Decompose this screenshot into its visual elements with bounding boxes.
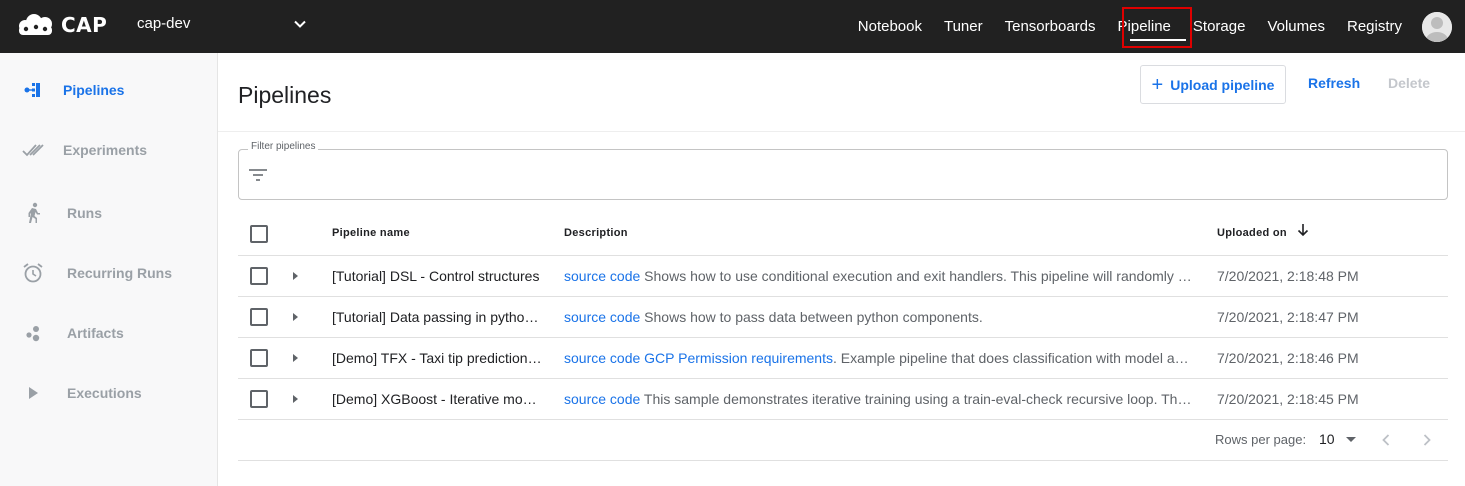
pipeline-description: source code GCP Permission requirements.… — [564, 350, 1194, 366]
pipeline-name[interactable]: [Tutorial] Data passing in python compon… — [332, 309, 544, 325]
nav-notebook[interactable]: Notebook — [847, 0, 933, 53]
row-checkbox[interactable] — [250, 267, 268, 285]
play-icon — [22, 382, 44, 404]
user-avatar-icon — [1422, 12, 1452, 42]
row-checkbox[interactable] — [250, 390, 268, 408]
source-code-link[interactable]: source code — [564, 350, 640, 366]
nav-storage[interactable]: Storage — [1182, 0, 1257, 53]
refresh-button[interactable]: Refresh — [1308, 75, 1360, 91]
dropdown-caret-icon[interactable] — [1346, 437, 1356, 442]
plus-icon: + — [1151, 73, 1164, 96]
sidebar-item-artifacts[interactable]: Artifacts — [0, 313, 217, 353]
nav-tensorboards[interactable]: Tensorboards — [994, 0, 1107, 53]
filter-input[interactable] — [238, 149, 1448, 200]
chevron-down-icon[interactable] — [292, 16, 308, 32]
row-divider — [238, 378, 1448, 379]
uploaded-on: 7/20/2021, 2:18:45 PM — [1217, 391, 1359, 407]
sidebar-item-label: Pipelines — [63, 82, 125, 98]
sidebar-item-experiments[interactable]: Experiments — [0, 130, 217, 170]
experiments-icon — [22, 139, 44, 161]
app-name: CAP — [61, 13, 108, 37]
source-code-link[interactable]: source code — [564, 268, 640, 284]
sidebar-item-pipelines[interactable]: Pipelines — [0, 70, 217, 110]
filter-icon — [249, 169, 267, 181]
description-text: This sample demonstrates iterative train… — [643, 391, 1194, 407]
description-text: . Example pipeline that does classificat… — [832, 350, 1194, 366]
pager-divider — [238, 460, 1448, 461]
delete-button[interactable]: Delete — [1388, 75, 1430, 91]
pipeline-name[interactable]: [Demo] TFX - Taxi tip prediction model t… — [332, 350, 544, 366]
row-checkbox[interactable] — [250, 349, 268, 367]
namespace-selector-label[interactable]: cap-dev — [137, 15, 190, 32]
row-divider — [238, 337, 1448, 338]
column-header-description[interactable]: Description — [564, 227, 628, 239]
sidebar-item-label: Recurring Runs — [67, 265, 173, 281]
row-checkbox[interactable] — [250, 308, 268, 326]
rows-per-page-label: Rows per page: — [1215, 432, 1307, 447]
uploaded-on: 7/20/2021, 2:18:48 PM — [1217, 268, 1359, 284]
sidebar: Pipelines Experiments Runs Recurring Run… — [0, 53, 218, 486]
row-divider — [238, 255, 1448, 256]
column-header-uploaded[interactable]: Uploaded on — [1217, 227, 1287, 239]
description-text: Shows how to pass data between python co… — [640, 309, 983, 325]
uploaded-on: 7/20/2021, 2:18:47 PM — [1217, 309, 1359, 325]
pipeline-name[interactable]: [Demo] XGBoost - Iterative model trainin… — [332, 391, 544, 407]
nav-volumes[interactable]: Volumes — [1256, 0, 1336, 53]
filter-label: Filter pipelines — [248, 141, 319, 152]
nav-registry[interactable]: Registry — [1336, 0, 1413, 53]
sidebar-item-label: Executions — [67, 385, 142, 401]
description-text: Shows how to use conditional execution a… — [644, 268, 1194, 284]
runs-icon — [22, 202, 44, 224]
gcp-permission-link[interactable]: GCP Permission requirements — [640, 350, 833, 366]
pipeline-name[interactable]: [Tutorial] DSL - Control structures — [332, 268, 544, 284]
expand-row-icon[interactable] — [293, 272, 298, 280]
nav-tuner[interactable]: Tuner — [933, 0, 994, 53]
sidebar-item-label: Runs — [67, 205, 102, 221]
source-code-link[interactable]: source code — [564, 391, 640, 407]
chevron-left-icon[interactable] — [1378, 432, 1394, 448]
alarm-clock-icon — [22, 262, 44, 284]
sidebar-item-recurring-runs[interactable]: Recurring Runs — [0, 253, 217, 293]
expand-row-icon[interactable] — [293, 354, 298, 362]
active-nav-underline — [1130, 39, 1186, 41]
row-divider — [238, 419, 1448, 420]
upload-pipeline-button[interactable]: + Upload pipeline — [1140, 65, 1286, 104]
expand-row-icon[interactable] — [293, 395, 298, 403]
upload-pipeline-label: Upload pipeline — [1170, 76, 1275, 93]
active-nav-highlight — [1122, 7, 1192, 48]
top-bar: CAP cap-dev Notebook Tuner Tensorboards … — [0, 0, 1465, 53]
page-title: Pipelines — [238, 82, 332, 108]
artifacts-icon — [22, 322, 44, 344]
logo[interactable]: CAP — [17, 13, 107, 37]
avatar[interactable] — [1422, 12, 1452, 42]
sidebar-item-runs[interactable]: Runs — [0, 193, 217, 233]
header-divider — [218, 131, 1465, 132]
expand-row-icon[interactable] — [293, 313, 298, 321]
sidebar-item-label: Artifacts — [67, 325, 124, 341]
row-divider — [238, 296, 1448, 297]
pipeline-description: source code This sample demonstrates ite… — [564, 391, 1194, 407]
chevron-right-icon[interactable] — [1419, 432, 1435, 448]
uploaded-on: 7/20/2021, 2:18:46 PM — [1217, 350, 1359, 366]
column-header-name[interactable]: Pipeline name — [332, 227, 410, 239]
sidebar-item-executions[interactable]: Executions — [0, 373, 217, 413]
rows-per-page-select[interactable]: 10 — [1319, 431, 1335, 447]
pipeline-description: source code Shows how to use conditional… — [564, 268, 1194, 284]
source-code-link[interactable]: source code — [564, 309, 640, 325]
select-all-checkbox[interactable] — [250, 225, 268, 243]
pipelines-icon — [22, 79, 44, 101]
pipeline-description: source code Shows how to pass data betwe… — [564, 309, 1194, 325]
sort-arrow-down-icon[interactable] — [1297, 223, 1309, 237]
cloud-logo-icon — [19, 14, 52, 35]
sidebar-item-label: Experiments — [63, 142, 148, 158]
